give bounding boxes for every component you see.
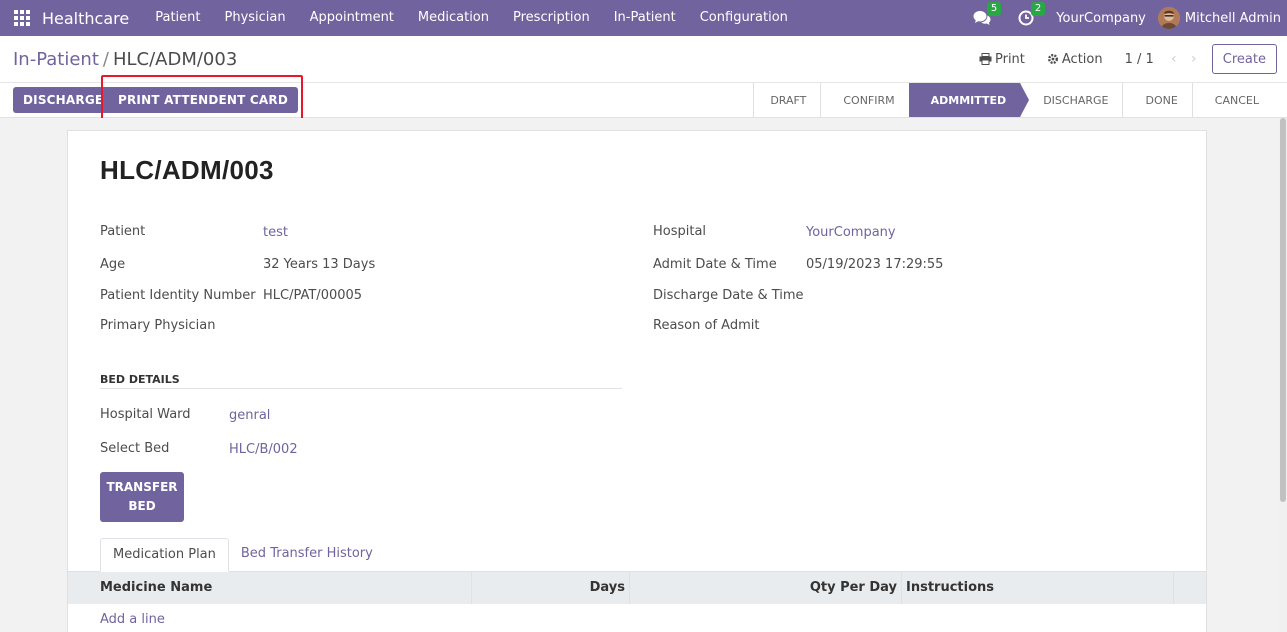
- menu-physician[interactable]: Physician: [212, 0, 297, 36]
- transfer-bed-button[interactable]: TRANSFER BED: [100, 472, 184, 522]
- select-bed-value[interactable]: HLC/B/002: [229, 442, 298, 457]
- stage-confirm[interactable]: CONFIRM: [820, 83, 909, 117]
- menu-prescription[interactable]: Prescription: [501, 0, 602, 36]
- control-panel-actions: Print Action 1 / 1 ‹ › Create: [979, 44, 1287, 74]
- bed-details-divider: [100, 388, 622, 389]
- stage-admmitted[interactable]: ADMMITTED: [908, 83, 1029, 117]
- notebook-tabs: Medication Plan Bed Transfer History: [100, 538, 385, 572]
- column-actions: [1174, 572, 1206, 604]
- column-days[interactable]: Days: [472, 572, 630, 604]
- column-instructions[interactable]: Instructions: [902, 572, 1174, 604]
- column-qty-per-day[interactable]: Qty Per Day: [630, 572, 902, 604]
- admit-date-value: 05/19/2023 17:29:55: [806, 257, 944, 272]
- discharge-button[interactable]: DISCHARGE: [13, 87, 114, 113]
- patient-identity-value: HLC/PAT/00005: [263, 288, 363, 303]
- breadcrumb-current: HLC/ADM/003: [112, 49, 238, 70]
- print-icon: [979, 53, 992, 65]
- messages-badge: 5: [986, 2, 1002, 16]
- apps-menu-icon[interactable]: [4, 0, 40, 36]
- print-dropdown[interactable]: Print: [979, 52, 1025, 67]
- breadcrumb-in-patient[interactable]: In-Patient: [13, 49, 99, 70]
- form-sheet: HLC/ADM/003 Patient test Age 32 Years 13…: [67, 130, 1207, 632]
- hospital-value[interactable]: YourCompany: [806, 225, 896, 240]
- tab-bed-transfer-history[interactable]: Bed Transfer History: [229, 538, 385, 572]
- reason-of-admit-label: Reason of Admit: [653, 318, 760, 333]
- menu-medication[interactable]: Medication: [406, 0, 501, 36]
- user-avatar[interactable]: [1157, 7, 1180, 29]
- scrollbar-thumb[interactable]: [1280, 118, 1286, 502]
- stage-cancel[interactable]: CANCEL: [1191, 83, 1273, 117]
- select-bed-label: Select Bed: [100, 441, 170, 456]
- add-a-line-link[interactable]: Add a line: [100, 612, 165, 627]
- breadcrumb: In-Patient / HLC/ADM/003: [13, 49, 237, 70]
- hospital-label: Hospital: [653, 224, 707, 239]
- hospital-ward-value[interactable]: genral: [229, 408, 270, 423]
- age-label: Age: [100, 257, 126, 272]
- transfer-bed-line2: BED: [128, 499, 156, 513]
- patient-identity-label: Patient Identity Number: [100, 288, 256, 303]
- user-menu[interactable]: Mitchell Admin: [1185, 11, 1281, 26]
- activities-badge: 2: [1030, 2, 1046, 16]
- admit-date-label: Admit Date & Time: [653, 257, 777, 272]
- page-scrollbar[interactable]: [1279, 118, 1287, 632]
- menu-appointment[interactable]: Appointment: [298, 0, 406, 36]
- stage-draft[interactable]: DRAFT: [753, 83, 821, 117]
- app-brand[interactable]: Healthcare: [42, 9, 129, 28]
- create-button[interactable]: Create: [1211, 44, 1277, 74]
- primary-physician-label: Primary Physician: [100, 318, 216, 333]
- menu-configuration[interactable]: Configuration: [688, 0, 800, 36]
- navbar-systray: 5 2 YourCompany Mitchell Admin: [960, 0, 1287, 36]
- breadcrumb-separator: /: [102, 49, 109, 70]
- hospital-ward-label: Hospital Ward: [100, 407, 191, 422]
- activities-clock-icon[interactable]: 2: [1016, 2, 1046, 28]
- bed-details-title: BED DETAILS: [100, 373, 180, 386]
- stage-done[interactable]: DONE: [1122, 83, 1192, 117]
- pager-next-icon[interactable]: ›: [1184, 51, 1204, 67]
- messages-icon[interactable]: 5: [972, 2, 1002, 28]
- transfer-bed-line1: TRANSFER: [106, 480, 178, 494]
- tab-medication-plan[interactable]: Medication Plan: [100, 538, 229, 572]
- statusbar: DRAFT CONFIRM ADMMITTED DISCHARGE DONE C…: [753, 83, 1273, 117]
- company-switcher[interactable]: YourCompany: [1056, 11, 1146, 26]
- action-dropdown[interactable]: Action: [1047, 52, 1103, 67]
- action-label: Action: [1061, 51, 1103, 67]
- stage-discharge[interactable]: DISCHARGE: [1020, 83, 1123, 117]
- main-menu: Patient Physician Appointment Medication…: [143, 0, 800, 36]
- medication-table-header: Medicine Name Days Qty Per Day Instructi…: [68, 571, 1206, 604]
- form-view: HLC/ADM/003 Patient test Age 32 Years 13…: [0, 118, 1287, 632]
- top-navbar: Healthcare Patient Physician Appointment…: [0, 0, 1287, 36]
- menu-patient[interactable]: Patient: [143, 0, 212, 36]
- pager-previous-icon[interactable]: ‹: [1164, 51, 1184, 67]
- print-label: Print: [994, 51, 1025, 67]
- discharge-date-label: Discharge Date & Time: [653, 288, 804, 303]
- column-medicine-name[interactable]: Medicine Name: [68, 572, 472, 604]
- age-value: 32 Years 13 Days: [263, 257, 376, 272]
- patient-label: Patient: [100, 224, 146, 239]
- pager-value[interactable]: 1 / 1: [1125, 52, 1154, 67]
- gear-icon: [1047, 54, 1058, 64]
- patient-value[interactable]: test: [263, 225, 288, 240]
- menu-in-patient[interactable]: In-Patient: [602, 0, 688, 36]
- record-title: HLC/ADM/003: [100, 155, 274, 185]
